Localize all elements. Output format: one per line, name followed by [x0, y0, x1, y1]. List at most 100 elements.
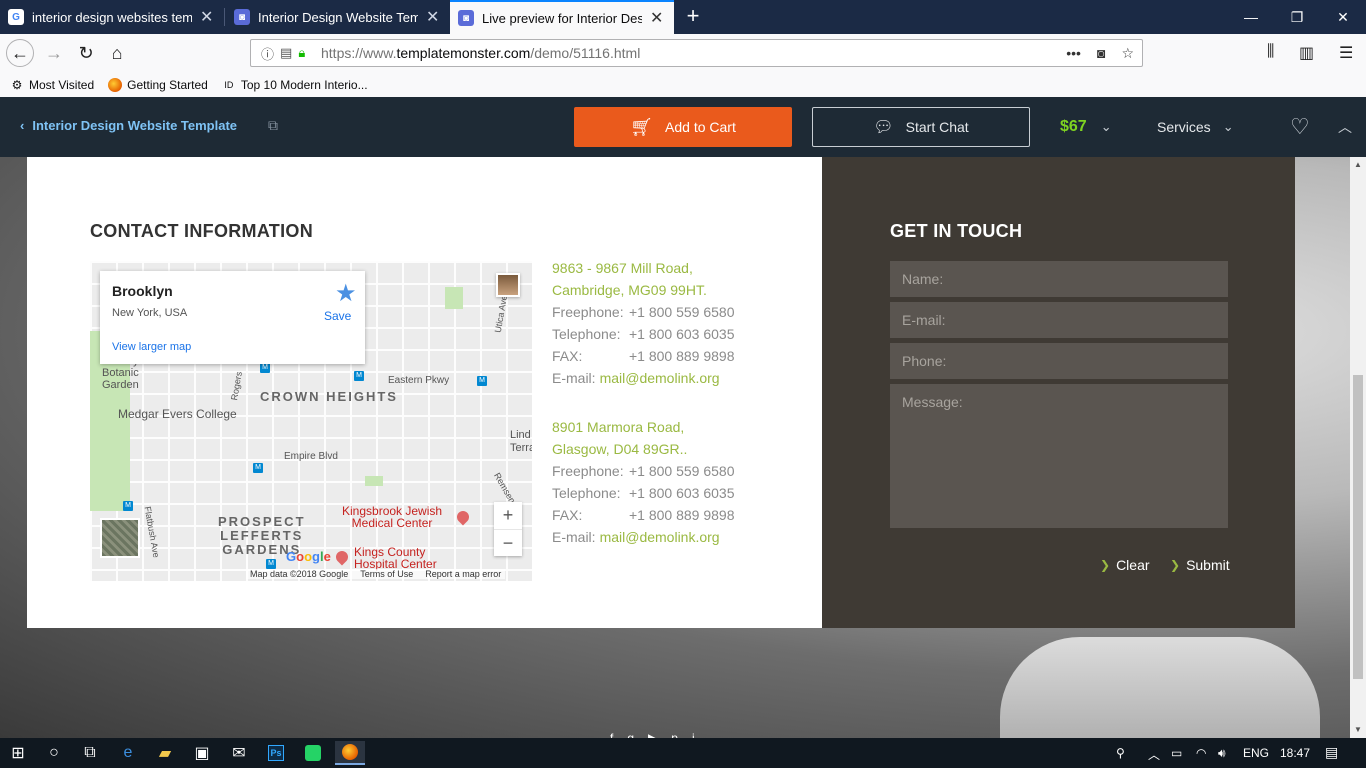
subway-icon: M	[253, 463, 263, 473]
firefox-taskbar-icon[interactable]	[335, 741, 365, 765]
browser-tab-live-preview[interactable]: ◙ Live preview for Interior Design ✕	[450, 0, 674, 34]
instagram-icon[interactable]: i	[692, 731, 709, 738]
zoom-in-button[interactable]: +	[494, 502, 522, 529]
close-tab-icon[interactable]: ✕	[650, 8, 663, 28]
fax-label: FAX:	[552, 348, 583, 364]
subway-icon: M	[123, 501, 133, 511]
map-label-medgar-evers: Medgar Evers College	[118, 407, 237, 421]
bookmark-getting-started[interactable]: Getting Started	[108, 77, 208, 92]
map-place-name: Brooklyn	[112, 283, 173, 299]
close-tab-icon[interactable]: ✕	[426, 7, 439, 27]
email-link[interactable]: mail@demolink.org	[600, 367, 720, 389]
save-star-icon[interactable]: ★	[335, 279, 357, 308]
pinterest-icon[interactable]: p	[671, 731, 692, 738]
external-link-icon[interactable]: ⧉	[268, 117, 278, 134]
notifications-icon[interactable]: ▤	[1325, 744, 1338, 761]
bookmark-most-visited[interactable]: ⚙ Most Visited	[10, 77, 95, 92]
scroll-up-icon[interactable]: ▲	[1350, 157, 1366, 173]
new-tab-button[interactable]: +	[680, 3, 706, 29]
show-hidden-icons-chevron-icon[interactable]: ︿	[1148, 746, 1160, 763]
tab-separator	[224, 8, 225, 26]
clock[interactable]: 18:47	[1280, 746, 1310, 760]
satellite-toggle-button[interactable]	[100, 518, 140, 558]
map-label-empire-blvd: Empire Blvd	[284, 451, 338, 462]
url-bar[interactable]: ⓘ ▤ 🔒︎ https://www.templatemonster.com/d…	[250, 39, 1143, 67]
email-field[interactable]: E-mail:	[890, 302, 1228, 338]
close-tab-icon[interactable]: ✕	[200, 7, 213, 27]
back-to-template-link[interactable]: ‹ Interior Design Website Template	[20, 118, 237, 133]
url-text[interactable]: https://www.templatemonster.com/demo/511…	[321, 45, 1066, 61]
menu-icon[interactable]: ☰	[1339, 43, 1353, 63]
chevron-right-icon: ❯	[1170, 558, 1181, 572]
firefox-icon	[108, 77, 123, 92]
people-icon[interactable]: ⚲	[1116, 746, 1125, 760]
whatsapp-icon[interactable]	[298, 741, 328, 765]
google-logo: Google	[286, 549, 331, 564]
back-button[interactable]: ←	[6, 39, 34, 67]
chevron-up-icon[interactable]: ︿	[1338, 117, 1352, 137]
bookmark-star-icon[interactable]: ☆	[1121, 45, 1134, 62]
bookmark-top-10-modern[interactable]: ID Top 10 Modern Interio...	[222, 78, 367, 92]
lock-icon[interactable]: 🔒︎	[298, 45, 305, 61]
price-dropdown[interactable]: $67 ⌄	[1060, 118, 1112, 136]
map-report-error-link[interactable]: Report a map error	[425, 569, 501, 579]
start-chat-button[interactable]: 💬︎ Start Chat	[812, 107, 1030, 147]
chevron-left-icon: ‹	[20, 118, 25, 133]
telephone-label: Telephone:	[552, 485, 621, 501]
windows-start-icon[interactable]: ⊞	[3, 741, 33, 765]
office-address-block: 9863 - 9867 Mill Road, Cambridge, MG09 9…	[552, 257, 735, 389]
scrollbar-thumb[interactable]	[1353, 375, 1363, 679]
edge-browser-icon[interactable]: e	[113, 741, 143, 765]
permissions-icon[interactable]: ▤	[280, 45, 292, 61]
zoom-out-button[interactable]: −	[494, 529, 522, 556]
add-to-cart-button[interactable]: 🛒︎ Add to Cart	[574, 107, 792, 147]
google-plus-icon[interactable]: g	[627, 731, 648, 738]
forward-button[interactable]: →	[40, 39, 68, 67]
youtube-icon[interactable]: ▶	[648, 731, 671, 738]
map-profile-avatar[interactable]	[496, 273, 520, 297]
submit-button[interactable]: ❯ Submit	[1170, 557, 1230, 573]
tab-title: interior design websites templa	[32, 9, 192, 25]
restore-window-icon[interactable]: ❐	[1274, 0, 1320, 34]
pocket-icon[interactable]: ◙	[1097, 45, 1105, 62]
mail-icon[interactable]: ✉	[224, 741, 254, 765]
view-larger-map-link[interactable]: View larger map	[112, 341, 191, 353]
save-place-button[interactable]: Save	[324, 309, 351, 323]
library-icon[interactable]: ⫼	[1267, 43, 1274, 61]
volume-icon[interactable]: 🔊︎	[1218, 746, 1226, 761]
fax-value: +1 800 889 9898	[629, 348, 735, 364]
task-view-icon[interactable]: ⧉	[75, 741, 105, 765]
wishlist-heart-icon[interactable]: ♡	[1290, 114, 1310, 140]
browser-tab-template[interactable]: ◙ Interior Design Website Templa ✕	[226, 0, 450, 34]
photoshop-icon[interactable]: Ps	[261, 741, 291, 765]
map-terms-link[interactable]: Terms of Use	[360, 569, 413, 579]
gear-icon: ⚙	[11, 77, 23, 92]
file-explorer-icon[interactable]: ▰	[150, 741, 180, 765]
browser-tab-google[interactable]: G interior design websites templa ✕	[0, 0, 224, 34]
clear-button[interactable]: ❯ Clear	[1100, 557, 1150, 573]
language-indicator[interactable]: ENG	[1243, 746, 1269, 760]
map-park	[445, 287, 463, 309]
close-window-icon[interactable]: ✕	[1320, 0, 1366, 34]
name-field[interactable]: Name:	[890, 261, 1228, 297]
store-icon[interactable]: ▣	[187, 741, 217, 765]
google-map[interactable]: Brooklyn Botanic Garden Medgar Evers Col…	[90, 261, 532, 581]
google-favicon-icon: G	[8, 9, 24, 25]
facebook-icon[interactable]: f	[610, 731, 627, 738]
contact-heading: CONTACT INFORMATION	[90, 221, 314, 241]
cortana-search-icon[interactable]: ○	[39, 741, 69, 765]
reload-button[interactable]: ↻	[72, 39, 100, 67]
email-link[interactable]: mail@demolink.org	[600, 526, 720, 548]
message-field[interactable]: Message:	[890, 384, 1228, 528]
home-button[interactable]: ⌂	[103, 39, 131, 67]
phone-field[interactable]: Phone:	[890, 343, 1228, 379]
page-actions-icon[interactable]: •••	[1066, 45, 1081, 62]
sidebar-icon[interactable]: ▥	[1299, 43, 1314, 63]
page-scrollbar[interactable]: ▲ ▼	[1350, 157, 1366, 738]
minimize-window-icon[interactable]: —	[1228, 0, 1274, 34]
scroll-down-icon[interactable]: ▼	[1350, 722, 1366, 738]
services-dropdown[interactable]: Services ⌄	[1157, 119, 1234, 135]
wifi-icon[interactable]: ◠	[1196, 746, 1206, 760]
battery-icon[interactable]: ▭	[1171, 746, 1182, 760]
info-icon[interactable]: ⓘ	[261, 44, 274, 63]
